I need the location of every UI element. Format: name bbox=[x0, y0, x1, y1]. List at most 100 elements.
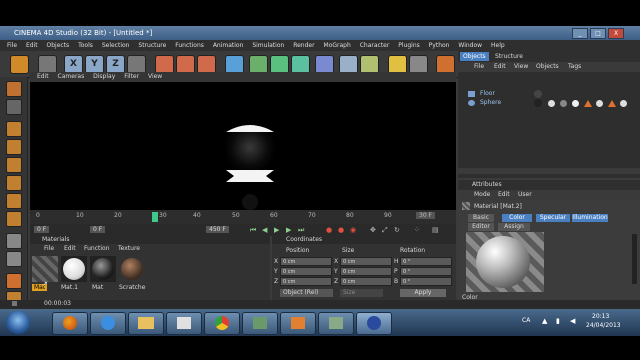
network-icon[interactable]: ▮ bbox=[556, 317, 560, 325]
menu-plugins[interactable]: Plugins bbox=[398, 40, 420, 51]
material-tag-icon[interactable] bbox=[534, 90, 542, 98]
rotation-h-field[interactable] bbox=[400, 257, 452, 266]
tab-structure[interactable]: Structure bbox=[492, 52, 526, 61]
end-frame-field[interactable]: 30 F bbox=[416, 212, 435, 219]
range-start-field[interactable]: 0 F bbox=[90, 226, 106, 233]
3d-viewport[interactable] bbox=[30, 82, 456, 210]
position-key-icon[interactable]: ✥ bbox=[370, 226, 376, 234]
current-frame-field[interactable]: 0 F bbox=[34, 226, 50, 233]
phong-tag-icon[interactable] bbox=[608, 100, 616, 107]
menu-file[interactable]: File bbox=[7, 40, 17, 51]
size-y-field[interactable] bbox=[340, 267, 392, 276]
tab-basic[interactable]: Basic bbox=[468, 214, 494, 222]
maximize-button[interactable]: □ bbox=[590, 28, 606, 39]
close-button[interactable]: X bbox=[608, 28, 624, 39]
rotation-p-field[interactable] bbox=[400, 267, 452, 276]
material-swatch-1[interactable] bbox=[61, 256, 87, 282]
menu-tools[interactable]: Tools bbox=[78, 40, 93, 51]
menu-functions[interactable]: Functions bbox=[175, 40, 204, 51]
point-level-icon[interactable]: ⁘ bbox=[414, 226, 420, 234]
tab-objects[interactable]: Objects bbox=[460, 52, 489, 61]
edges-mode-icon[interactable] bbox=[6, 175, 22, 191]
attributes-menu-edit[interactable]: Edit bbox=[498, 190, 510, 200]
clock-time[interactable]: 20:13 bbox=[592, 313, 609, 320]
object-row-floor[interactable]: Floor bbox=[458, 90, 640, 99]
polygons-mode-icon[interactable] bbox=[6, 193, 22, 209]
timeline-layout-icon[interactable]: ▤ bbox=[432, 226, 439, 234]
menu-help[interactable]: Help bbox=[491, 40, 505, 51]
prev-frame-icon[interactable]: ◀ bbox=[262, 226, 267, 234]
playhead-marker[interactable] bbox=[152, 212, 158, 222]
object-mode-icon[interactable] bbox=[6, 139, 22, 155]
rotation-key-icon[interactable]: ↻ bbox=[394, 226, 400, 234]
first-frame-icon[interactable]: ⏮ bbox=[250, 226, 256, 235]
axis-mode-icon[interactable] bbox=[6, 211, 22, 227]
viewport-menu-cameras[interactable]: Cameras bbox=[58, 72, 85, 82]
apply-button[interactable]: Apply bbox=[400, 289, 446, 297]
media-player-icon[interactable] bbox=[166, 312, 202, 335]
menu-render[interactable]: Render bbox=[293, 40, 314, 51]
material-menu-file[interactable]: File bbox=[44, 245, 54, 253]
menu-mograph[interactable]: MoGraph bbox=[324, 40, 351, 51]
app-icon[interactable] bbox=[242, 312, 278, 335]
keyframe-selection-icon[interactable]: ◉ bbox=[350, 226, 356, 234]
menu-animation[interactable]: Animation bbox=[213, 40, 244, 51]
material-tag-icon[interactable] bbox=[596, 100, 603, 107]
material-menu-edit[interactable]: Edit bbox=[64, 245, 76, 253]
menu-character[interactable]: Character bbox=[360, 40, 390, 51]
record-icon[interactable]: ● bbox=[326, 226, 332, 234]
objects-menu-tags[interactable]: Tags bbox=[568, 62, 581, 72]
size-mode-select[interactable]: Size bbox=[340, 289, 383, 297]
objects-menu-file[interactable]: File bbox=[474, 62, 484, 72]
menu-window[interactable]: Window bbox=[458, 40, 482, 51]
clock-date[interactable]: 24/04/2013 bbox=[586, 322, 621, 329]
tab-editor[interactable]: Editor bbox=[468, 223, 494, 231]
timeline-ruler[interactable]: 0 10 20 30 40 50 60 70 80 90 30 F bbox=[30, 210, 456, 224]
material-swatch-2[interactable] bbox=[90, 256, 116, 282]
file-explorer-icon[interactable] bbox=[128, 312, 164, 335]
tray-expand-icon[interactable]: ▲ bbox=[542, 317, 547, 325]
material-swatch-3[interactable] bbox=[119, 256, 145, 282]
volume-icon[interactable]: ◀ bbox=[570, 317, 575, 325]
scale-key-icon[interactable]: ⤢ bbox=[382, 226, 388, 235]
position-y-field[interactable] bbox=[280, 267, 332, 276]
tab-illumination[interactable]: Illumination bbox=[572, 214, 608, 222]
objects-menu-edit[interactable]: Edit bbox=[494, 62, 506, 72]
autokey-icon[interactable]: ● bbox=[338, 226, 344, 234]
objects-menu-view[interactable]: View bbox=[514, 62, 528, 72]
cinema4d-taskbar-icon[interactable] bbox=[356, 312, 392, 335]
size-z-field[interactable] bbox=[340, 277, 392, 286]
menu-structure[interactable]: Structure bbox=[138, 40, 166, 51]
position-x-field[interactable] bbox=[280, 257, 332, 266]
model-mode-icon[interactable] bbox=[6, 121, 22, 137]
chrome-icon[interactable] bbox=[204, 312, 240, 335]
range-end-field[interactable]: 450 F bbox=[206, 226, 229, 233]
phong-tag-icon[interactable] bbox=[584, 100, 592, 107]
material-swatch-0[interactable] bbox=[32, 256, 58, 282]
language-indicator[interactable]: CA bbox=[522, 317, 530, 324]
objects-menu-objects[interactable]: Objects bbox=[536, 62, 559, 72]
viewport-menu-display[interactable]: Display bbox=[93, 72, 115, 82]
position-z-field[interactable] bbox=[280, 277, 332, 286]
viewport-menu-view[interactable]: View bbox=[148, 72, 162, 82]
menu-objects[interactable]: Objects bbox=[47, 40, 70, 51]
material-preview[interactable] bbox=[466, 232, 544, 292]
attributes-menu-mode[interactable]: Mode bbox=[474, 190, 490, 200]
next-frame-icon[interactable]: ▶ bbox=[286, 226, 291, 234]
material-tag-icon[interactable] bbox=[560, 100, 567, 107]
texture-mode-icon[interactable] bbox=[6, 99, 22, 115]
start-button[interactable] bbox=[6, 311, 30, 334]
menu-edit[interactable]: Edit bbox=[26, 40, 38, 51]
size-x-field[interactable] bbox=[340, 257, 392, 266]
minimize-button[interactable]: _ bbox=[572, 28, 588, 39]
last-frame-icon[interactable]: ⏭ bbox=[298, 226, 304, 235]
viewport-menu-edit[interactable]: Edit bbox=[37, 72, 49, 82]
rotation-b-field[interactable] bbox=[400, 277, 452, 286]
material-menu-function[interactable]: Function bbox=[84, 245, 110, 253]
menu-python[interactable]: Python bbox=[429, 40, 450, 51]
attributes-scrollbar[interactable] bbox=[632, 234, 637, 284]
points-mode-icon[interactable] bbox=[6, 157, 22, 173]
tab-assign[interactable]: Assign bbox=[498, 223, 530, 231]
object-list-scrollbar[interactable] bbox=[458, 168, 640, 174]
attributes-menu-user[interactable]: User bbox=[518, 190, 532, 200]
